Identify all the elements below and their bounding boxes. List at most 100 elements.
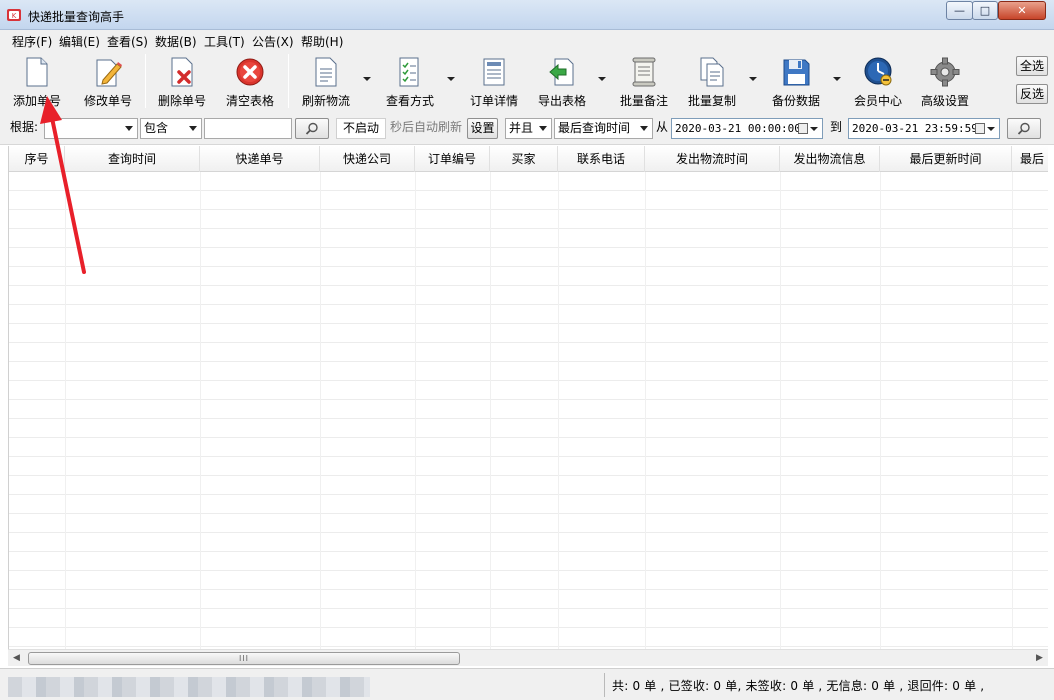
minimize-icon: —	[954, 4, 965, 17]
filter-bar: 根据: 包含 不启动 秒后自动刷新 设置 并且 最后查询时间 从 2020-03…	[0, 112, 1054, 145]
auto-refresh-toggle[interactable]: 不启动	[336, 118, 386, 139]
clear-table-icon	[236, 58, 264, 86]
from-date-picker[interactable]: 2020-03-21 00:00:00	[671, 118, 823, 139]
match-select[interactable]: 包含	[140, 118, 202, 139]
batch-copy-button[interactable]: 批量复制	[682, 54, 742, 108]
refresh-logistics-button[interactable]: 刷新物流	[296, 54, 356, 108]
column-header-index[interactable]: 序号	[9, 146, 65, 172]
order-detail-icon	[483, 58, 505, 86]
scroll-left-arrow-icon[interactable]: ◀	[8, 650, 25, 667]
horizontal-scrollbar[interactable]: ◀ III ▶	[8, 649, 1048, 666]
date-search-button[interactable]	[1007, 118, 1041, 139]
refresh-dropdown-arrow[interactable]	[363, 77, 371, 81]
logic-select-value: 并且	[509, 121, 534, 135]
window-title: 快递批量查询高手	[28, 10, 125, 24]
delete-number-button[interactable]: 删除单号	[152, 54, 212, 108]
keyword-input[interactable]	[204, 118, 292, 139]
match-select-value: 包含	[144, 121, 169, 135]
export-table-button[interactable]: 导出表格	[532, 54, 592, 108]
order-detail-button[interactable]: 订单详情	[464, 54, 524, 108]
toolbar-separator	[145, 54, 146, 108]
menu-data[interactable]: 数据(B)	[155, 33, 197, 50]
status-bar: 共: 0 单 , 已签收: 0 单, 未签收: 0 单 , 无信息: 0 单 ,…	[0, 668, 1054, 700]
menu-tools[interactable]: 工具(T)	[204, 33, 245, 50]
menu-notice[interactable]: 公告(X)	[252, 33, 294, 50]
chevron-down-icon	[189, 126, 197, 131]
menu-help[interactable]: 帮助(H)	[301, 33, 343, 50]
column-header-buyer[interactable]: 买家	[490, 146, 558, 172]
view-mode-button[interactable]: 查看方式	[380, 54, 440, 108]
results-table[interactable]: 序号 查询时间 快递单号 快递公司 订单编号 买家 联系电话 发出物流时间 发出…	[8, 146, 1048, 649]
chevron-down-icon	[810, 127, 818, 131]
column-divider	[780, 172, 781, 649]
to-date-picker[interactable]: 2020-03-21 23:59:59	[848, 118, 1000, 139]
backup-dropdown-arrow[interactable]	[833, 77, 841, 81]
from-date-value: 2020-03-21 00:00:00	[675, 122, 801, 135]
scrollbar-thumb[interactable]: III	[28, 652, 460, 665]
note-icon	[632, 57, 656, 87]
column-header-order-number[interactable]: 订单编号	[415, 146, 490, 172]
column-header-ship-time[interactable]: 发出物流时间	[645, 146, 780, 172]
invert-select-button[interactable]: 反选	[1016, 84, 1048, 104]
export-table-label: 导出表格	[537, 94, 586, 108]
column-divider	[200, 172, 201, 649]
time-field-select[interactable]: 最后查询时间	[554, 118, 653, 139]
column-header-last[interactable]: 最后	[1012, 146, 1048, 172]
chevron-down-icon	[539, 126, 547, 131]
column-header-ship-info[interactable]: 发出物流信息	[780, 146, 880, 172]
column-header-query-time[interactable]: 查询时间	[65, 146, 200, 172]
refresh-logistics-label: 刷新物流	[301, 94, 350, 108]
clock-icon	[864, 57, 892, 86]
member-center-button[interactable]: 会员中心	[848, 54, 908, 108]
app-logo-icon: K	[7, 9, 21, 21]
column-header-courier[interactable]: 快递公司	[320, 146, 415, 172]
search-button[interactable]	[295, 118, 329, 139]
minimize-button[interactable]: —	[946, 1, 973, 20]
column-header-last-update[interactable]: 最后更新时间	[880, 146, 1012, 172]
clear-table-button[interactable]: 清空表格	[220, 54, 280, 108]
column-header-tracking-number[interactable]: 快递单号	[200, 146, 320, 172]
basis-select[interactable]	[44, 118, 138, 139]
edit-document-icon	[96, 59, 122, 87]
scroll-right-arrow-icon[interactable]: ▶	[1031, 650, 1048, 667]
select-all-button[interactable]: 全选	[1016, 56, 1048, 76]
view-dropdown-arrow[interactable]	[447, 77, 455, 81]
column-divider	[415, 172, 416, 649]
svg-text:K: K	[12, 12, 17, 20]
export-dropdown-arrow[interactable]	[598, 77, 606, 81]
close-button[interactable]: ✕	[998, 1, 1046, 20]
refresh-settings-button[interactable]: 设置	[467, 118, 498, 139]
batch-copy-label: 批量复制	[687, 94, 736, 108]
edit-number-button[interactable]: 修改单号	[78, 54, 138, 108]
column-divider	[1012, 172, 1013, 649]
column-divider	[645, 172, 646, 649]
column-divider	[880, 172, 881, 649]
title-bar: K 快递批量查询高手 — □ ✕	[0, 0, 1054, 30]
maximize-icon: □	[979, 4, 991, 17]
clear-table-label: 清空表格	[225, 94, 274, 108]
logic-select[interactable]: 并且	[505, 118, 552, 139]
menu-edit[interactable]: 编辑(E)	[59, 33, 100, 50]
batch-note-button[interactable]: 批量备注	[614, 54, 674, 108]
member-center-label: 会员中心	[853, 94, 902, 108]
from-label: 从	[656, 120, 669, 134]
maximize-button[interactable]: □	[972, 1, 998, 20]
floppy-disk-icon	[783, 59, 810, 86]
table-header: 序号 查询时间 快递单号 快递公司 订单编号 买家 联系电话 发出物流时间 发出…	[9, 146, 1048, 172]
delete-number-label: 删除单号	[157, 94, 206, 108]
gear-icon	[930, 57, 960, 87]
view-mode-label: 查看方式	[385, 94, 434, 108]
column-header-phone[interactable]: 联系电话	[558, 146, 645, 172]
advanced-settings-button[interactable]: 高级设置	[914, 54, 976, 108]
scrollbar-grip: III	[238, 654, 250, 663]
backup-data-button[interactable]: 备份数据	[766, 54, 826, 108]
toolbar: 添加单号 修改单号 删除单号 清空表格 刷新物流 查看方式 订单详情 导出表格 …	[0, 50, 1054, 112]
advanced-settings-label: 高级设置	[920, 94, 969, 108]
menu-view[interactable]: 查看(S)	[107, 33, 148, 50]
chevron-down-icon	[987, 127, 995, 131]
copy-dropdown-arrow[interactable]	[749, 77, 757, 81]
add-number-button[interactable]: 添加单号	[8, 54, 66, 108]
menu-program[interactable]: 程序(F)	[12, 33, 52, 50]
backup-data-label: 备份数据	[771, 94, 820, 108]
order-detail-label: 订单详情	[469, 94, 518, 108]
